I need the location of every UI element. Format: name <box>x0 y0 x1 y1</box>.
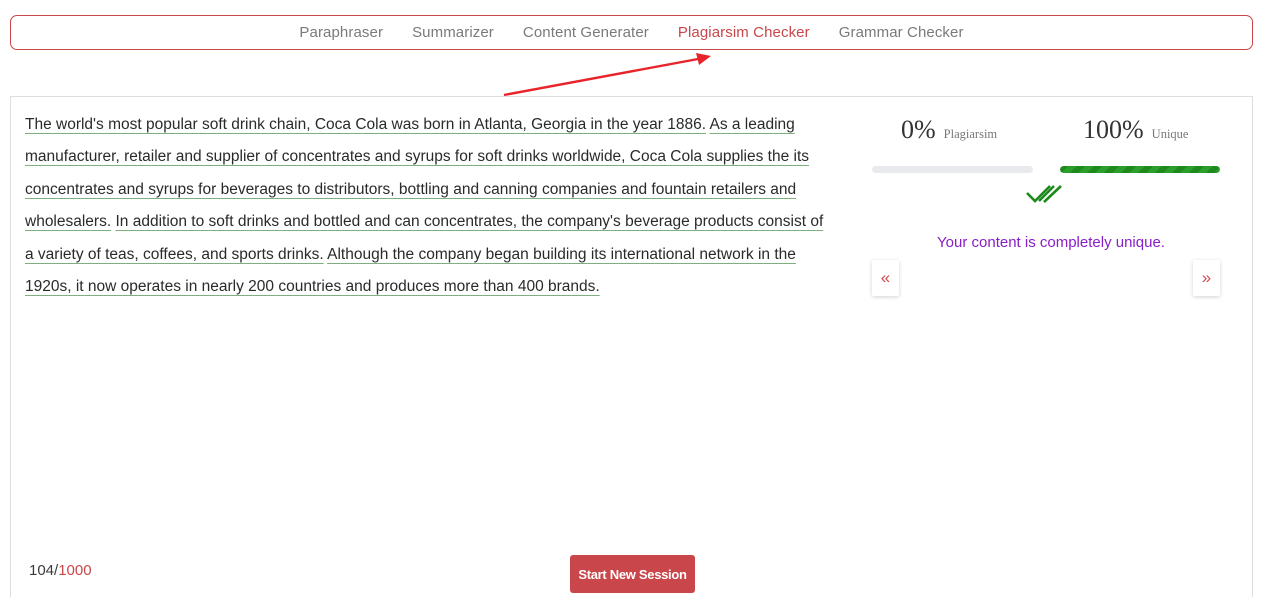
word-count: 104 <box>29 562 55 579</box>
unique-stat: 100% Unique <box>1083 115 1188 145</box>
next-button[interactable]: » <box>1193 260 1220 296</box>
top-navigation: Paraphraser Summarizer Content Generater… <box>10 15 1253 50</box>
main-panel: The world's most popular soft drink chai… <box>10 96 1253 597</box>
tab-summarizer[interactable]: Summarizer <box>412 24 494 41</box>
content-editor[interactable]: The world's most popular soft drink chai… <box>25 109 825 303</box>
tab-grammar-checker[interactable]: Grammar Checker <box>839 24 964 41</box>
double-check-icon <box>1026 185 1062 203</box>
double-chevron-left-icon: « <box>880 268 891 287</box>
unique-progress-fill <box>1060 166 1220 173</box>
tab-plagiarism-checker[interactable]: Plagiarsim Checker <box>678 24 810 41</box>
plagiarism-label: Plagiarsim <box>943 127 998 141</box>
unique-progress-bar <box>1060 166 1220 173</box>
tab-content-generater[interactable]: Content Generater <box>523 24 649 41</box>
plagiarism-progress-bar <box>872 166 1033 173</box>
sentence: The world's most popular soft drink chai… <box>25 116 707 133</box>
double-chevron-right-icon: » <box>1201 268 1212 287</box>
unique-percent: 100% <box>1083 115 1144 144</box>
unique-label: Unique <box>1151 127 1189 141</box>
start-new-session-button[interactable]: Start New Session <box>570 555 695 593</box>
status-message: Your content is completely unique. <box>937 234 1165 251</box>
previous-button[interactable]: « <box>872 260 899 296</box>
tab-paraphraser[interactable]: Paraphraser <box>299 24 383 41</box>
plagiarism-stat: 0% Plagiarsim <box>901 115 997 145</box>
word-counter: 104/1000 <box>29 562 92 579</box>
word-limit: 1000 <box>58 562 92 579</box>
plagiarism-percent: 0% <box>901 115 936 144</box>
